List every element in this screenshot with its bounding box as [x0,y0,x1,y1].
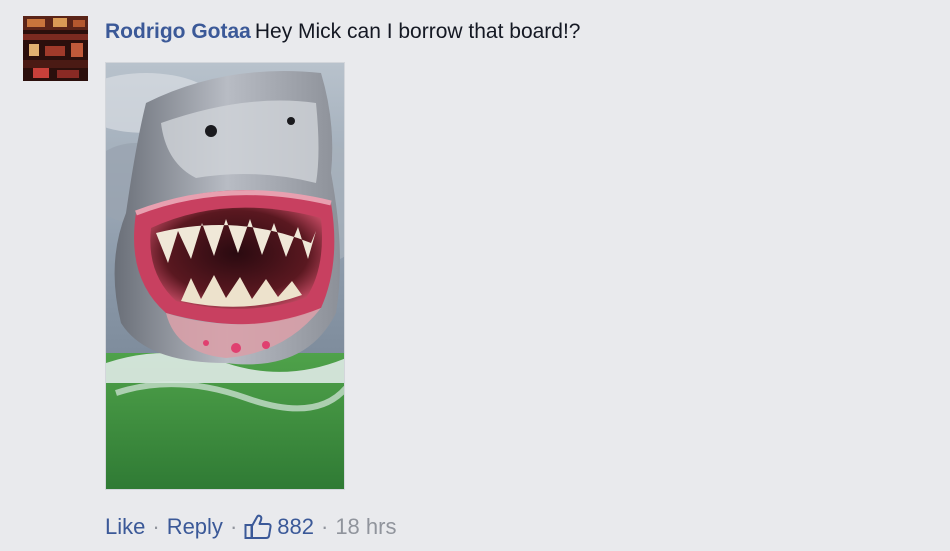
separator: · [320,514,329,539]
timestamp[interactable]: 18 hrs [335,512,396,542]
author-name[interactable]: Rodrigo Gotaa [105,20,251,43]
comment-body: Rodrigo Gotaa Hey Mick can I borrow that … [105,18,930,46]
shark-photo[interactable] [105,62,345,490]
comment-line: Rodrigo Gotaa Hey Mick can I borrow that … [105,18,930,46]
comment-text: Hey Mick can I borrow that board!? [254,20,581,43]
comment-actions: Like · Reply · 882 · 18 hrs [105,512,396,542]
separator: · [229,514,238,539]
comment: Rodrigo Gotaa Hey Mick can I borrow that … [0,0,950,551]
like-button[interactable]: Like [105,512,145,542]
shark-image [106,63,344,489]
thumbs-up-icon [244,514,272,539]
avatar[interactable] [23,16,88,81]
reply-button[interactable]: Reply [167,512,223,542]
like-count[interactable]: 882 [244,512,314,542]
like-count-value: 882 [277,514,314,539]
avatar-image [23,16,88,81]
separator: · [152,514,160,539]
